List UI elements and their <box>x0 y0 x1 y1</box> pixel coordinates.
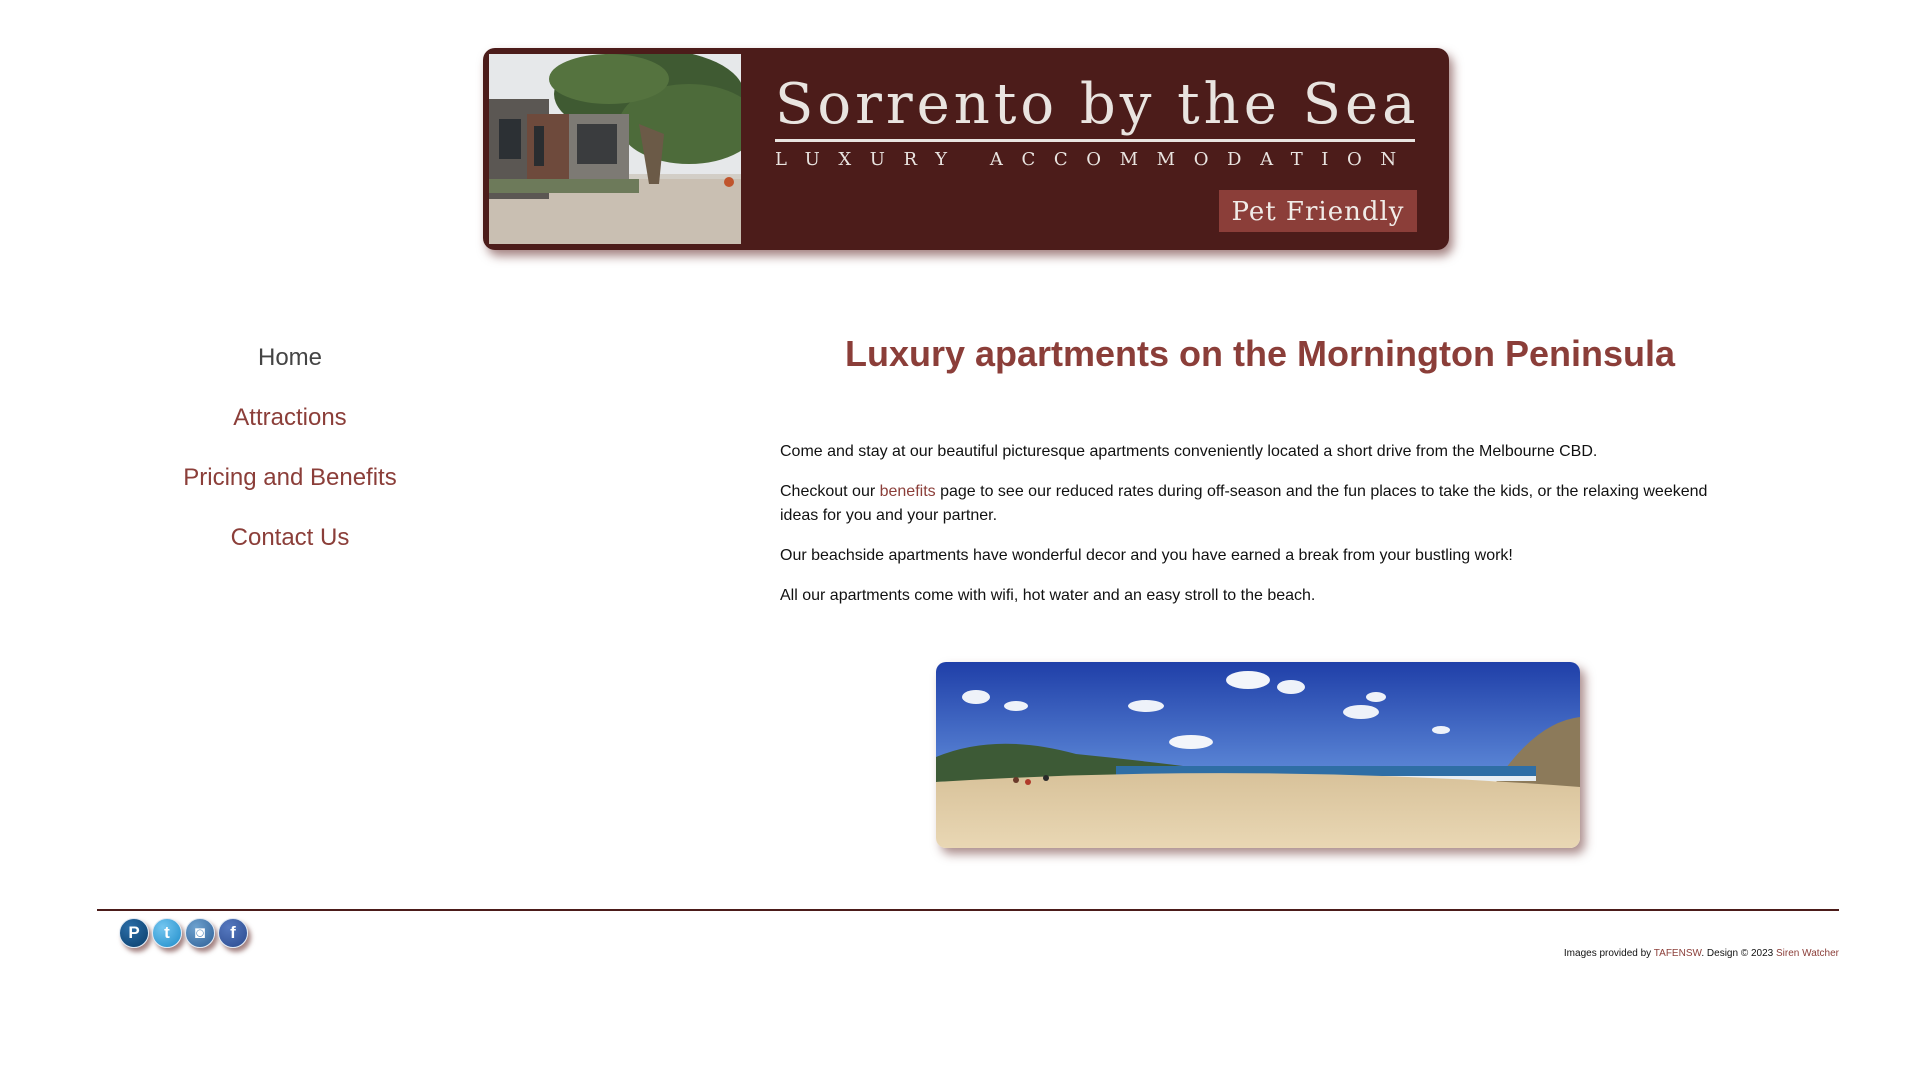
site-tagline: LUXURY ACCOMMODATION <box>775 149 1415 170</box>
title-divider <box>775 139 1415 142</box>
beach-panorama-image <box>936 662 1580 848</box>
instagram-icon[interactable]: ◙ <box>185 918 215 948</box>
nav-item-contact-us[interactable]: Contact Us <box>0 518 580 578</box>
benefits-paragraph: Checkout our benefits page to see our re… <box>780 480 1720 528</box>
site-banner: Sorrento by the Sea LUXURY ACCOMMODATION… <box>483 48 1449 250</box>
credits-prefix: Images provided by <box>1563 948 1654 959</box>
facebook-icon[interactable]: f <box>218 918 248 948</box>
sidebar-nav: Home Attractions Pricing and Benefits Co… <box>0 338 580 578</box>
intro-paragraph: Come and stay at our beautiful picturesq… <box>780 443 1598 460</box>
decor-paragraph: Our beachside apartments have wonderful … <box>780 547 1513 564</box>
benefits-text-before: Checkout our <box>780 483 880 500</box>
social-links: P t ◙ f <box>119 918 251 950</box>
nav-item-home[interactable]: Home <box>0 338 580 398</box>
pinterest-icon[interactable]: P <box>119 918 149 948</box>
banner-photo <box>489 54 741 244</box>
site-title: Sorrento by the Sea <box>775 72 1420 137</box>
tafensw-link[interactable]: TAFENSW <box>1654 948 1702 959</box>
credits-middle: . Design © 2023 <box>1701 948 1777 959</box>
pet-friendly-badge: Pet Friendly <box>1219 190 1417 232</box>
amenities-paragraph: All our apartments come with wifi, hot w… <box>780 587 1316 604</box>
footer-divider <box>97 909 1839 911</box>
benefits-link[interactable]: benefits <box>880 483 936 500</box>
nav-item-attractions[interactable]: Attractions <box>0 398 580 458</box>
nav-item-pricing-and-benefits[interactable]: Pricing and Benefits <box>0 458 580 518</box>
twitter-icon[interactable]: t <box>152 918 182 948</box>
footer-credits: Images provided by TAFENSW. Design © 202… <box>1564 948 1839 959</box>
page-heading: Luxury apartments on the Mornington Peni… <box>844 333 1676 374</box>
siren-watcher-link[interactable]: Siren Watcher <box>1776 948 1839 959</box>
